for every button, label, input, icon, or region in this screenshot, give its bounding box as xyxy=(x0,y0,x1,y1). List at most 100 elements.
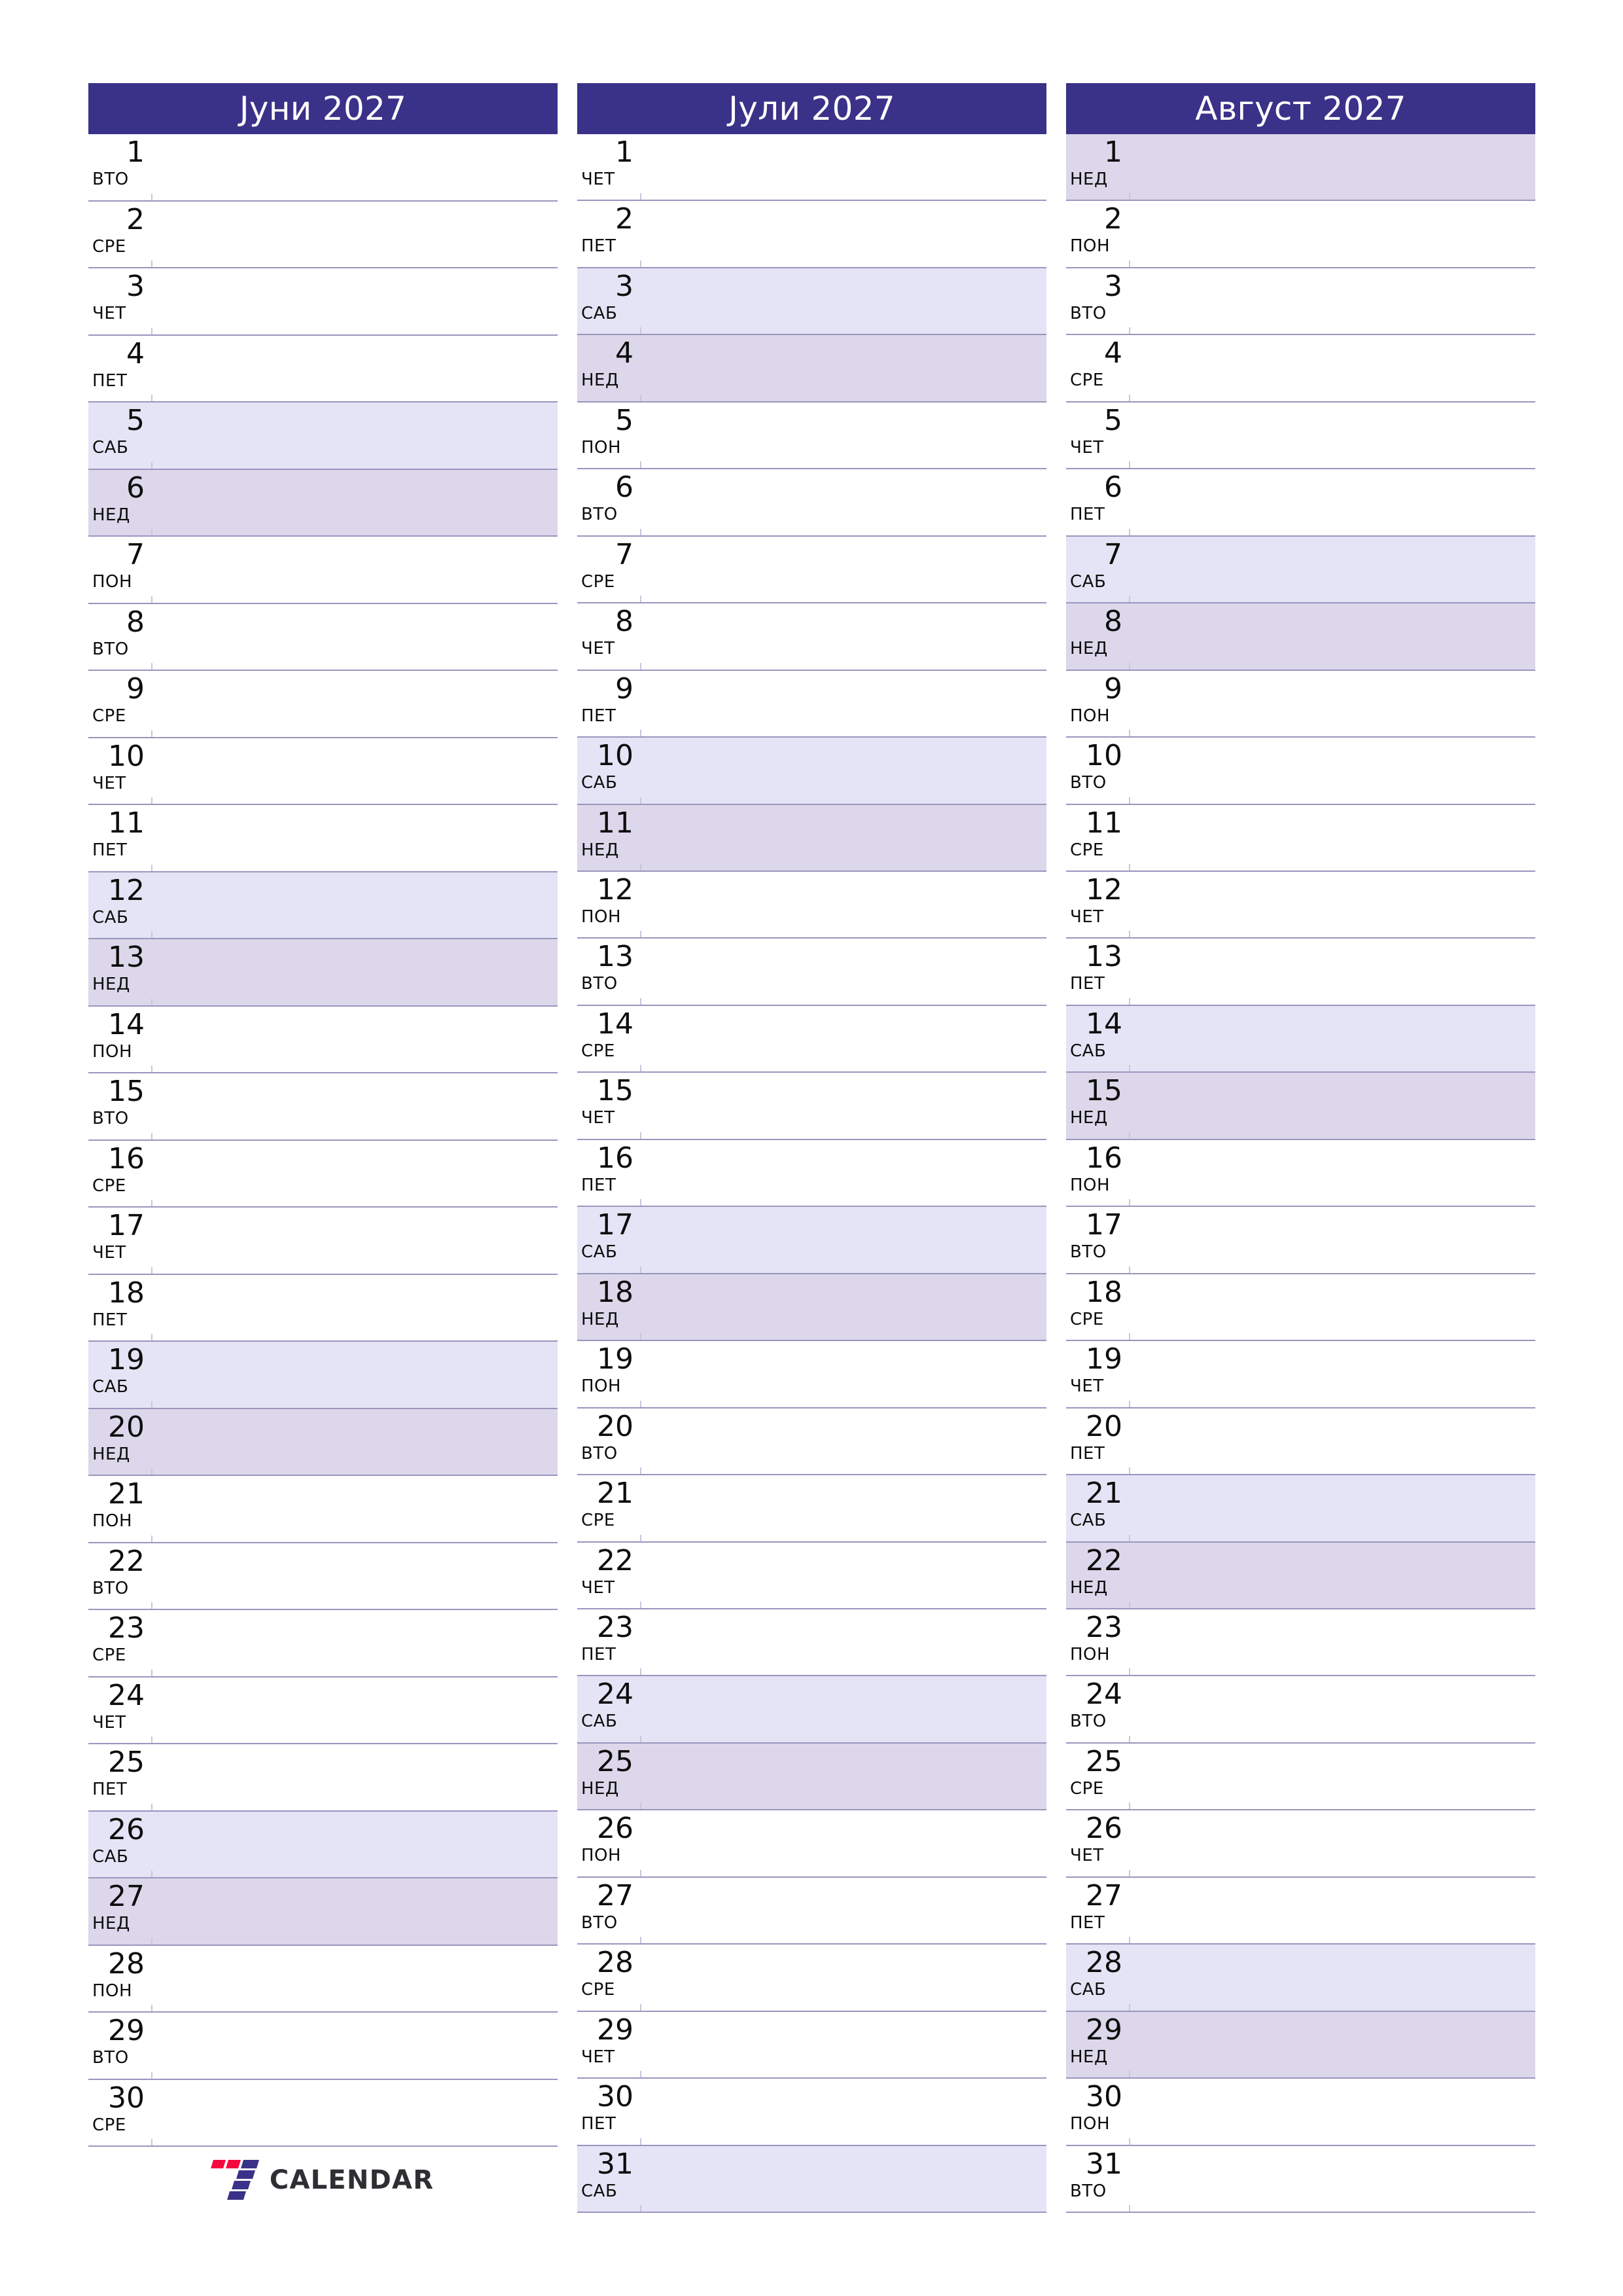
day-row[interactable]: 11 СРЕ xyxy=(1066,804,1535,872)
day-row[interactable]: 7 СРЕ xyxy=(577,536,1046,604)
day-row[interactable]: 1 ЧЕТ xyxy=(577,134,1046,202)
day-row[interactable]: 28 СРЕ xyxy=(577,1945,1046,2012)
day-row[interactable]: 10 ВТО xyxy=(1066,738,1535,805)
day-row[interactable]: 14 ПОН xyxy=(88,1006,558,1074)
day-row[interactable]: 5 САБ xyxy=(88,403,558,470)
day-number: 7 xyxy=(126,538,145,572)
day-row[interactable]: 20 ПЕТ xyxy=(1066,1408,1535,1476)
day-row[interactable]: 18 ПЕТ xyxy=(88,1274,558,1342)
day-of-week-label: САБ xyxy=(92,1377,129,1397)
day-row[interactable]: 10 ЧЕТ xyxy=(88,738,558,806)
day-row[interactable]: 11 НЕД xyxy=(577,804,1046,872)
day-row[interactable]: 30 ПЕТ xyxy=(577,2079,1046,2146)
day-row[interactable]: 7 ПОН xyxy=(88,537,558,604)
day-row[interactable]: 3 ЧЕТ xyxy=(88,268,558,336)
day-row[interactable]: 6 ПЕТ xyxy=(1066,469,1535,537)
day-row[interactable]: 4 СРЕ xyxy=(1066,335,1535,403)
day-row[interactable]: 26 ЧЕТ xyxy=(1066,1810,1535,1878)
day-row[interactable]: 10 САБ xyxy=(577,738,1046,805)
day-row[interactable]: 6 НЕД xyxy=(88,469,558,537)
day-row[interactable]: 16 СРЕ xyxy=(88,1140,558,1208)
day-row[interactable]: 6 ВТО xyxy=(577,469,1046,537)
day-row[interactable]: 19 САБ xyxy=(88,1342,558,1409)
day-row[interactable]: 17 САБ xyxy=(577,1207,1046,1274)
day-row[interactable]: 9 ПОН xyxy=(1066,670,1535,738)
day-row[interactable]: 22 ВТО xyxy=(88,1543,558,1611)
day-row[interactable]: 31 ВТО xyxy=(1066,2145,1535,2214)
day-row[interactable]: 1 НЕД xyxy=(1066,134,1535,202)
day-row[interactable]: 12 ЧЕТ xyxy=(1066,871,1535,939)
day-row[interactable]: 15 НЕД xyxy=(1066,1073,1535,1140)
day-row[interactable]: 3 САБ xyxy=(577,268,1046,336)
day-row[interactable]: 8 ВТО xyxy=(88,603,558,672)
day-of-week-label: ВТО xyxy=(581,1912,618,1933)
day-row[interactable]: 8 ЧЕТ xyxy=(577,603,1046,671)
day-row[interactable]: 28 ПОН xyxy=(88,1945,558,2013)
day-row[interactable]: 21 СРЕ xyxy=(577,1475,1046,1543)
day-row[interactable]: 12 ПОН xyxy=(577,871,1046,939)
day-row[interactable]: 13 ВТО xyxy=(577,939,1046,1006)
day-row[interactable]: 16 ПЕТ xyxy=(577,1139,1046,1208)
day-row[interactable]: 14 САБ xyxy=(1066,1005,1535,1073)
day-row[interactable]: 24 САБ xyxy=(577,1676,1046,1744)
day-row[interactable]: 13 ПЕТ xyxy=(1066,939,1535,1006)
day-row[interactable]: 2 СРЕ xyxy=(88,201,558,269)
day-row[interactable]: 24 ЧЕТ xyxy=(88,1677,558,1745)
day-row[interactable]: 9 ПЕТ xyxy=(577,670,1046,738)
day-row[interactable]: 19 ПОН xyxy=(577,1341,1046,1408)
day-row[interactable]: 31 САБ xyxy=(577,2145,1046,2214)
day-row[interactable]: 23 ПОН xyxy=(1066,1609,1535,1677)
day-row[interactable]: 7 САБ xyxy=(1066,536,1535,604)
day-row[interactable]: 28 САБ xyxy=(1066,1945,1535,2012)
day-row[interactable]: 4 ПЕТ xyxy=(88,335,558,403)
day-row[interactable]: 20 ВТО xyxy=(577,1408,1046,1476)
day-row[interactable]: 22 ЧЕТ xyxy=(577,1542,1046,1609)
day-row[interactable]: 5 ЧЕТ xyxy=(1066,402,1535,470)
day-row[interactable]: 23 СРЕ xyxy=(88,1610,558,1677)
day-row[interactable]: 12 САБ xyxy=(88,872,558,940)
day-row[interactable]: 26 САБ xyxy=(88,1811,558,1879)
day-row[interactable]: 18 НЕД xyxy=(577,1274,1046,1342)
day-of-week-label: САБ xyxy=(581,303,618,323)
day-row[interactable]: 15 ЧЕТ xyxy=(577,1073,1046,1140)
day-row[interactable]: 29 ЧЕТ xyxy=(577,2011,1046,2079)
day-row[interactable]: 26 ПОН xyxy=(577,1810,1046,1878)
day-row[interactable]: 20 НЕД xyxy=(88,1408,558,1477)
day-row[interactable]: 23 ПЕТ xyxy=(577,1609,1046,1677)
day-row[interactable]: 9 СРЕ xyxy=(88,671,558,738)
day-row[interactable]: 15 ВТО xyxy=(88,1073,558,1141)
day-row[interactable]: 8 НЕД xyxy=(1066,603,1535,671)
day-row[interactable]: 14 СРЕ xyxy=(577,1005,1046,1073)
day-row[interactable]: 27 НЕД xyxy=(88,1878,558,1946)
day-row[interactable]: 2 ПЕТ xyxy=(577,201,1046,268)
day-row[interactable]: 25 ПЕТ xyxy=(88,1744,558,1812)
day-row[interactable]: 21 ПОН xyxy=(88,1476,558,1543)
day-row[interactable]: 25 СРЕ xyxy=(1066,1743,1535,1811)
day-row[interactable]: 13 НЕД xyxy=(88,939,558,1007)
day-row[interactable]: 5 ПОН xyxy=(577,402,1046,470)
day-of-week-label: ПЕТ xyxy=(1070,505,1105,525)
day-row[interactable]: 27 ВТО xyxy=(577,1877,1046,1945)
day-row[interactable]: 29 ВТО xyxy=(88,2013,558,2080)
day-row[interactable]: 18 СРЕ xyxy=(1066,1274,1535,1342)
day-row[interactable]: 16 ПОН xyxy=(1066,1139,1535,1208)
day-row[interactable]: 30 ПОН xyxy=(1066,2079,1535,2146)
day-row[interactable]: 30 СРЕ xyxy=(88,2079,558,2147)
day-row[interactable]: 17 ВТО xyxy=(1066,1207,1535,1274)
day-row[interactable]: 1 ВТО xyxy=(88,134,558,202)
day-row[interactable]: 27 ПЕТ xyxy=(1066,1877,1535,1945)
day-row[interactable]: 11 ПЕТ xyxy=(88,805,558,872)
day-row[interactable]: 2 ПОН xyxy=(1066,201,1535,268)
day-row[interactable]: 4 НЕД xyxy=(577,335,1046,403)
day-number: 5 xyxy=(126,404,145,438)
day-list: 1 ЧЕТ 2 ПЕТ 3 САБ 4 НЕД 5 ПОН 6 ВТО 7 СРЕ 8 ЧЕТ 9 ПЕТ 10 СА… xyxy=(577,134,1046,2214)
day-row[interactable]: 17 ЧЕТ xyxy=(88,1208,558,1275)
day-row[interactable]: 21 САБ xyxy=(1066,1475,1535,1543)
day-row[interactable]: 24 ВТО xyxy=(1066,1676,1535,1744)
day-row[interactable]: 22 НЕД xyxy=(1066,1542,1535,1609)
day-row[interactable]: 25 НЕД xyxy=(577,1743,1046,1811)
day-number: 4 xyxy=(126,336,145,370)
day-row[interactable]: 29 НЕД xyxy=(1066,2011,1535,2079)
day-row[interactable]: 3 ВТО xyxy=(1066,268,1535,336)
day-row[interactable]: 19 ЧЕТ xyxy=(1066,1341,1535,1408)
